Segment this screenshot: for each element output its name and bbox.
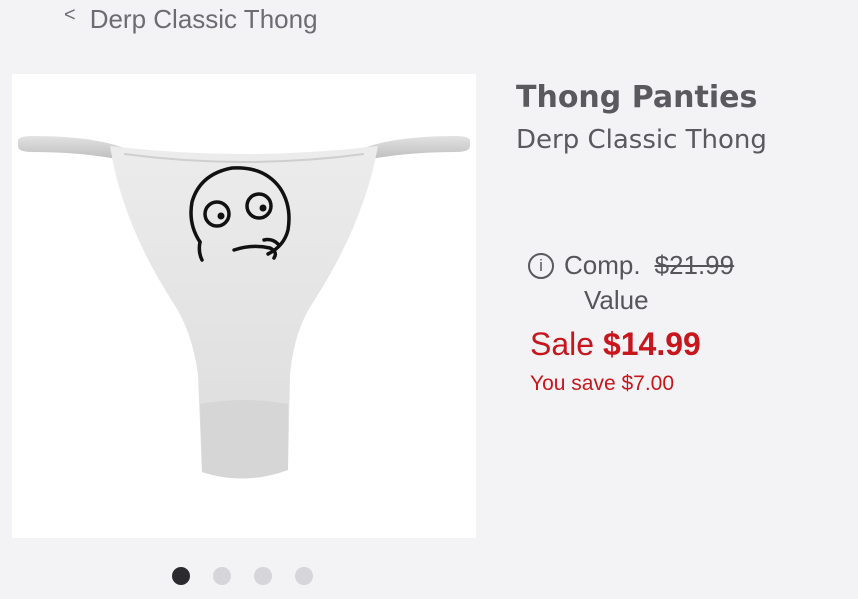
carousel-dot-2[interactable]	[213, 567, 231, 585]
sale-label: Sale	[530, 326, 595, 362]
comp-value-label: Value	[584, 285, 649, 315]
info-icon[interactable]: i	[528, 252, 554, 279]
carousel-dot-3[interactable]	[254, 567, 272, 585]
comp-label: Comp.	[564, 250, 641, 280]
product-subtitle: Derp Classic Thong	[516, 125, 767, 155]
product-info: Thong Panties Derp Classic Thong	[516, 78, 846, 162]
sale-amount: $14.99	[602, 326, 701, 362]
carousel-dot-4[interactable]	[295, 567, 313, 585]
sale-price: Sale $14.99	[530, 326, 701, 363]
carousel-dot-1[interactable]	[172, 567, 190, 585]
product-page: < Derp Classic Thong Thong Panties Derp …	[0, 0, 858, 599]
comparison-price: i Comp. $21.99 Value	[528, 250, 734, 316]
thong-illustration	[18, 136, 470, 479]
back-link-label: Derp Classic Thong	[89, 4, 318, 34]
product-image[interactable]	[12, 74, 476, 538]
back-link[interactable]: < Derp Classic Thong	[64, 4, 318, 35]
you-save-text: You save $7.00	[530, 372, 675, 395]
carousel-dots	[172, 567, 313, 585]
product-title: Thong Panties	[516, 80, 758, 115]
comp-price: $21.99	[654, 250, 735, 280]
chevron-left-icon: <	[64, 4, 76, 26]
